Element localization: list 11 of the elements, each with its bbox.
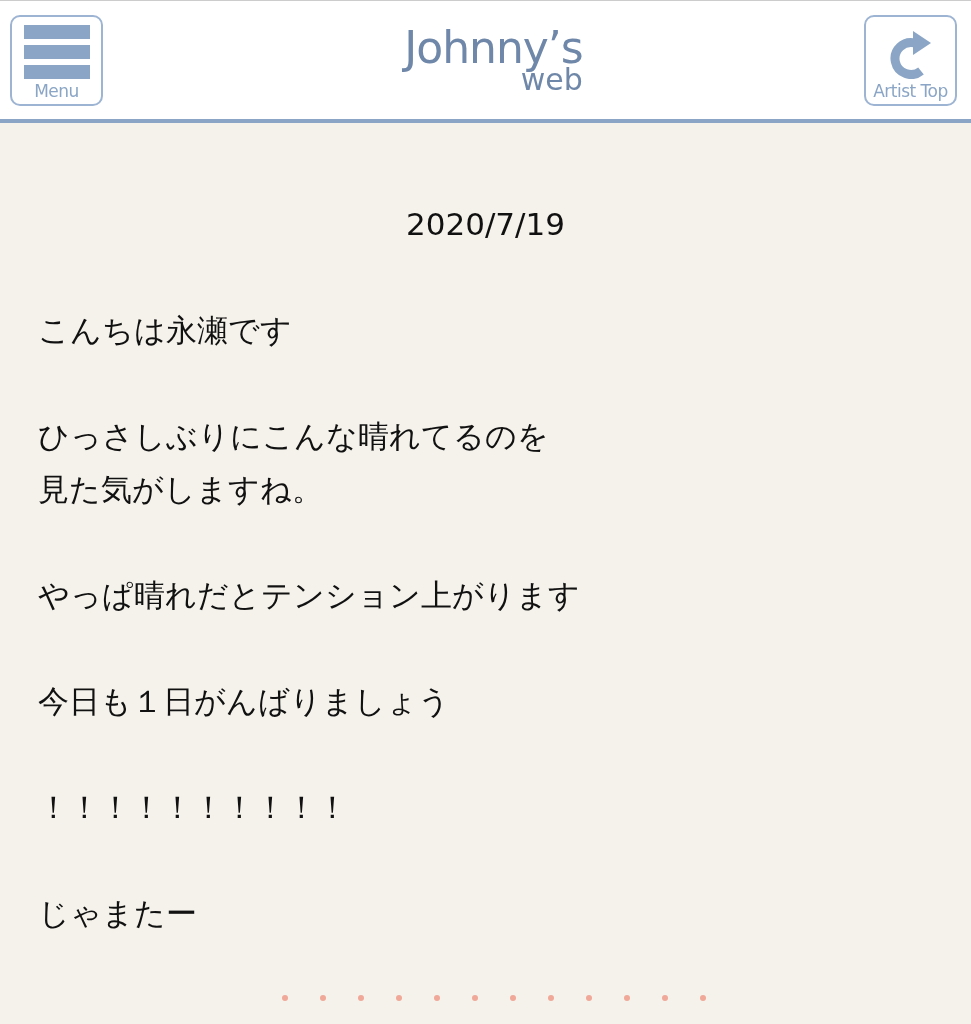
artist-top-button[interactable]: Artist Top	[864, 14, 957, 106]
menu-button[interactable]: Menu	[10, 14, 103, 106]
post-paragraph: こんちは永瀬です	[38, 311, 293, 350]
menu-icon	[23, 24, 90, 79]
post-date: 2020/7/19	[405, 205, 566, 244]
post-paragraph: 今日も１日がんばりましょう	[38, 682, 451, 721]
post-paragraph: ひっさしぶりにこんな晴れてるのを 見た気がしますね。	[38, 417, 550, 509]
post-paragraph: じゃまたー	[38, 894, 198, 933]
post-paragraph: やっぱ晴れだとテンション上がります	[38, 576, 581, 615]
site-logo[interactable]: Johnny’s web	[404, 26, 583, 94]
post-paragraph: ！！！！！！！！！！	[38, 788, 349, 827]
